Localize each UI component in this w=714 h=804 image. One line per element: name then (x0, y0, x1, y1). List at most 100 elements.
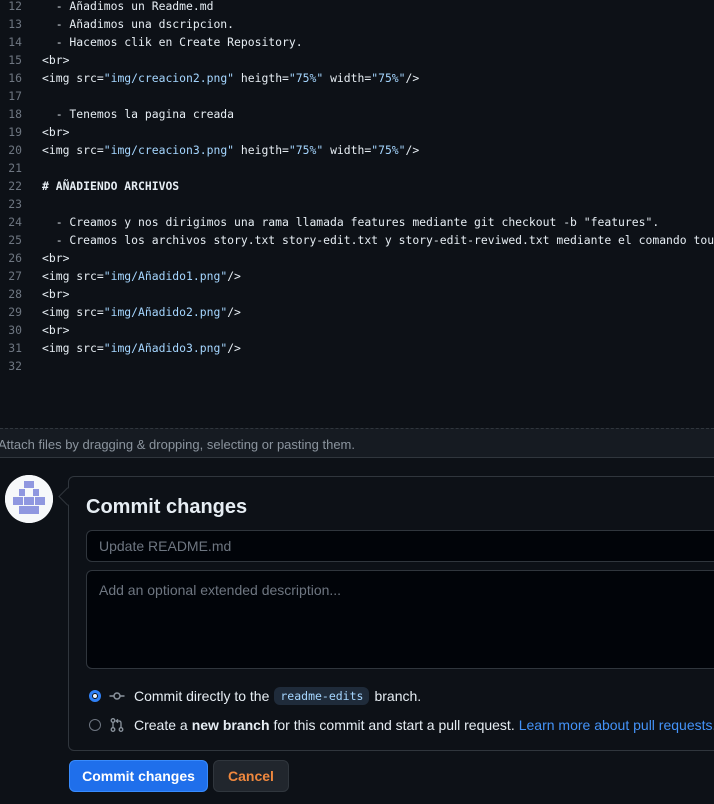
code-line[interactable]: 23 (0, 195, 714, 213)
code-token: heigth= (234, 143, 289, 157)
code-token: heigth= (234, 71, 289, 85)
code-token: width= (323, 71, 372, 85)
string-token: "75%" (371, 71, 406, 85)
line-number: 17 (8, 89, 22, 103)
code-line[interactable]: 18 - Tenemos la pagina creada (0, 105, 714, 123)
code-editor[interactable]: 12 - Añadimos un Readme.md 13 - Añadimos … (0, 0, 714, 428)
line-number: 16 (8, 71, 22, 85)
line-number: 26 (8, 251, 22, 265)
code-line[interactable]: 32 (0, 357, 714, 375)
attach-files-text: Attach files by dragging & dropping, sel… (0, 437, 355, 452)
commit-title: Commit changes (86, 496, 248, 518)
code-line[interactable]: 24 - Creamos y nos dirigimos una rama ll… (0, 213, 714, 231)
new-branch-radio[interactable] (89, 719, 101, 731)
code-line[interactable]: 16 <img src="img/creacion2.png" heigth="7… (0, 69, 714, 87)
commit-direct-option[interactable]: Commit directly to the readme-edits bran… (89, 686, 421, 706)
code-token: - Creamos y nos dirigimos una rama llama… (42, 215, 660, 229)
code-line[interactable]: 19 <br> (0, 123, 714, 141)
line-number: 30 (8, 323, 22, 337)
code-token: <img src= (42, 71, 104, 85)
line-content: <br> (42, 249, 69, 267)
string-token: "75%" (371, 143, 406, 157)
line-content: - Hacemos clik en Create Repository. (42, 33, 303, 51)
code-line[interactable]: 22 # AÑADIENDO ARCHIVOS (0, 177, 714, 195)
line-content: <img src="img/creacion2.png" heigth="75%… (42, 69, 419, 87)
code-token: <img src= (42, 269, 104, 283)
new-branch-option[interactable]: Create a new branch for this commit and … (89, 715, 714, 735)
code-line[interactable]: 12 - Añadimos un Readme.md (0, 0, 714, 15)
code-token: <br> (42, 323, 70, 337)
line-number: 19 (8, 125, 22, 139)
line-content: <br> (42, 123, 69, 141)
line-number: 12 (8, 0, 22, 13)
line-content: <img src="img/Añadido1.png"/> (42, 267, 241, 285)
line-number: 22 (8, 179, 22, 193)
string-token: "img/Añadido1.png" (103, 269, 228, 283)
code-token: - Hacemos clik en Create Repository. (42, 35, 303, 49)
line-number: 32 (8, 359, 22, 373)
commit-summary-input[interactable] (86, 530, 714, 562)
line-number: 23 (8, 197, 22, 211)
code-token: /> (405, 143, 420, 157)
code-token: - Añadimos un Readme.md (42, 0, 214, 13)
line-number: 28 (8, 287, 22, 301)
line-content: # AÑADIENDO ARCHIVOS (42, 177, 179, 195)
code-line[interactable]: 17 (0, 87, 714, 105)
branch-name-tag: readme-edits (274, 687, 370, 705)
line-number: 21 (8, 161, 22, 175)
line-content: - Añadimos una dscripcion. (42, 15, 234, 33)
commit-direct-label: Commit directly to the (134, 688, 270, 704)
line-content: <br> (42, 285, 69, 303)
new-branch-prefix: Create a (134, 717, 188, 733)
commit-direct-radio[interactable] (89, 690, 101, 702)
new-branch-suffix: for this commit and start a pull request… (273, 717, 515, 733)
code-token: /> (227, 305, 241, 319)
code-line[interactable]: 15 <br> (0, 51, 714, 69)
code-token: <img src= (42, 305, 104, 319)
code-line[interactable]: 14 - Hacemos clik en Create Repository. (0, 33, 714, 51)
line-content: - Tenemos la pagina creada (42, 105, 234, 123)
string-token: "75%" (288, 143, 324, 157)
line-content: <br> (42, 51, 69, 69)
string-token: "img/creacion2.png" (103, 71, 235, 85)
string-token: "img/creacion3.png" (103, 143, 235, 157)
code-line[interactable]: 30 <br> (0, 321, 714, 339)
line-number: 25 (8, 233, 22, 247)
code-line[interactable]: 27 <img src="img/Añadido1.png"/> (0, 267, 714, 285)
line-number: 27 (8, 269, 22, 283)
git-commit-icon (109, 692, 125, 700)
line-number: 14 (8, 35, 22, 49)
line-content: <img src="img/Añadido3.png"/> (42, 339, 241, 357)
string-token: "75%" (288, 71, 324, 85)
code-token: /> (405, 71, 420, 85)
code-line[interactable]: 25 - Creamos los archivos story.txt stor… (0, 231, 714, 249)
string-token: "img/Añadido2.png" (103, 305, 228, 319)
code-line[interactable]: 28 <br> (0, 285, 714, 303)
code-line[interactable]: 31 <img src="img/Añadido3.png"/> (0, 339, 714, 357)
commit-changes-button[interactable]: Commit changes (69, 760, 208, 792)
line-number: 15 (8, 53, 22, 67)
avatar[interactable] (5, 475, 53, 523)
line-content: <br> (42, 321, 69, 339)
attach-files-bar[interactable]: Attach files by dragging & dropping, sel… (0, 428, 714, 458)
cancel-button[interactable]: Cancel (213, 760, 289, 792)
code-line[interactable]: 26 <br> (0, 249, 714, 267)
new-branch-strong: new branch (191, 717, 270, 733)
line-number: 20 (8, 143, 22, 157)
code-token: <br> (42, 251, 70, 265)
code-line[interactable]: 29 <img src="img/Añadido2.png"/> (0, 303, 714, 321)
code-token: /> (227, 341, 241, 355)
heading-token: # AÑADIENDO ARCHIVOS (42, 179, 180, 193)
code-token: <img src= (42, 143, 104, 157)
line-number: 13 (8, 17, 22, 31)
line-content: <img src="img/Añadido2.png"/> (42, 303, 241, 321)
code-token: - Añadimos una dscripcion. (42, 17, 235, 31)
code-line[interactable]: 20 <img src="img/creacion3.png" heigth="7… (0, 141, 714, 159)
code-line[interactable]: 21 (0, 159, 714, 177)
commit-description-input[interactable] (86, 570, 714, 669)
code-token: /> (227, 269, 241, 283)
git-pull-request-icon (110, 718, 124, 732)
string-token: "img/Añadido3.png" (103, 341, 228, 355)
learn-more-link[interactable]: Learn more about pull requests. (519, 717, 714, 733)
code-line[interactable]: 13 - Añadimos una dscripcion. (0, 15, 714, 33)
